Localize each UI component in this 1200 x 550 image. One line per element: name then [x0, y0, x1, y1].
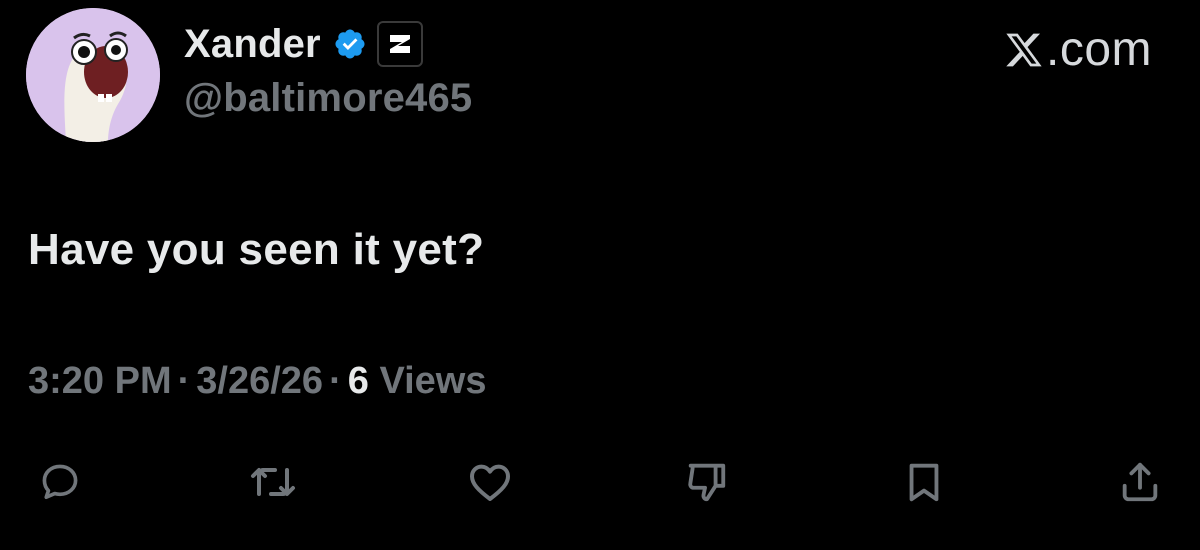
bookmark-button[interactable] [894, 452, 954, 512]
dislike-button[interactable] [676, 452, 736, 512]
share-button[interactable] [1110, 452, 1170, 512]
tweet-date[interactable]: 3/26/26 [196, 360, 323, 402]
verified-badge-icon[interactable] [333, 27, 367, 61]
reply-icon [42, 464, 78, 500]
meta-separator: · [177, 360, 191, 402]
sock-puppet-avatar-image [26, 8, 160, 142]
meta-separator: · [329, 360, 342, 402]
brand-domain-text: .com [1045, 23, 1152, 76]
tweet-action-bar [0, 452, 1200, 512]
views-label: Views [379, 360, 487, 402]
like-button[interactable] [460, 452, 520, 512]
retweet-icon [251, 468, 295, 496]
author-name-row: Xander [184, 18, 423, 70]
views-count: 6 [347, 360, 369, 402]
tweet-meta: 3:20 PM · 3/26/26 · 6 Views [28, 362, 486, 400]
tweet-time[interactable]: 3:20 PM [28, 360, 172, 402]
x-logo-icon [1006, 33, 1042, 67]
tweet-text: Have you seen it yet? [28, 225, 485, 274]
avatar[interactable] [26, 8, 160, 142]
bookmark-icon [909, 463, 939, 502]
author-display-name[interactable]: Xander [184, 24, 321, 64]
thumbs-down-icon [688, 463, 726, 502]
brand-logo: .com [1004, 26, 1152, 74]
affiliate-badge-icon[interactable] [376, 21, 423, 67]
retweet-button[interactable] [243, 452, 303, 512]
heart-icon [470, 464, 510, 501]
share-icon [1122, 462, 1158, 502]
author-handle[interactable]: @baltimore465 [184, 78, 472, 118]
reply-button[interactable] [30, 452, 90, 512]
